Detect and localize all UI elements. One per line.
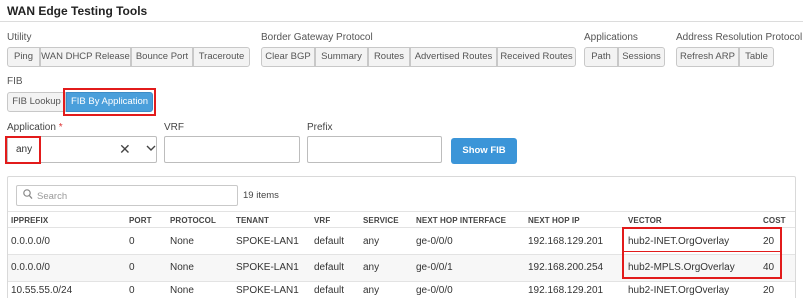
- cell-vrf: default: [314, 285, 345, 296]
- col-header-service[interactable]: SERVICE: [363, 216, 399, 225]
- cell-next-hop-interface: ge-0/0/0: [416, 236, 453, 247]
- cell-service: any: [363, 285, 380, 296]
- summary-button[interactable]: Summary: [315, 47, 368, 67]
- clear-bgp-button[interactable]: Clear BGP: [261, 47, 315, 67]
- cell-port: 0: [129, 285, 135, 296]
- cell-next-hop-ip: 192.168.129.201: [528, 285, 604, 296]
- cell-next-hop-ip: 192.168.129.201: [528, 236, 604, 247]
- bounce-port-button[interactable]: Bounce Port: [131, 47, 193, 67]
- col-header-tenant[interactable]: TENANT: [236, 216, 269, 225]
- show-fib-button[interactable]: Show FIB: [451, 138, 517, 164]
- table-row[interactable]: 0.0.0.0/0 0 None SPOKE-LAN1 default any …: [8, 255, 795, 281]
- window-title: WAN Edge Testing Tools: [7, 4, 148, 18]
- group-label-fib: FIB: [7, 76, 23, 87]
- col-header-next-hop-ip[interactable]: NEXT HOP IP: [528, 216, 580, 225]
- cell-vector: hub2-INET.OrgOverlay: [628, 236, 730, 247]
- col-header-protocol[interactable]: PROTOCOL: [170, 216, 216, 225]
- search-input[interactable]: Search: [16, 185, 238, 206]
- col-header-vrf[interactable]: VRF: [314, 216, 330, 225]
- vrf-label: VRF: [164, 122, 184, 133]
- vrf-input[interactable]: [164, 136, 300, 163]
- required-mark: *: [58, 122, 63, 133]
- fib-lookup-button[interactable]: FIB Lookup: [7, 92, 66, 112]
- group-label-arp: Address Resolution Protocol: [676, 32, 803, 43]
- table-button[interactable]: Table: [739, 47, 774, 67]
- cell-vector: hub2-INET.OrgOverlay: [628, 285, 730, 296]
- routes-button[interactable]: Routes: [368, 47, 410, 67]
- group-label-utility: Utility: [7, 32, 32, 43]
- refresh-arp-button[interactable]: Refresh ARP: [676, 47, 739, 67]
- cell-cost: 20: [763, 285, 775, 296]
- application-label: Application *: [7, 122, 63, 133]
- col-header-port[interactable]: PORT: [129, 216, 152, 225]
- prefix-label: Prefix: [307, 122, 333, 133]
- table-row[interactable]: 0.0.0.0/0 0 None SPOKE-LAN1 default any …: [8, 228, 795, 254]
- group-label-bgp: Border Gateway Protocol: [261, 32, 373, 43]
- col-header-next-hop-interface[interactable]: NEXT HOP INTERFACE: [416, 216, 506, 225]
- cell-protocol: None: [170, 236, 194, 247]
- group-label-applications: Applications: [584, 32, 638, 43]
- sessions-button[interactable]: Sessions: [618, 47, 665, 67]
- chevron-down-icon[interactable]: [146, 144, 156, 154]
- cell-ipprefix: 10.55.55.0/24: [11, 285, 73, 296]
- window-title-bar: WAN Edge Testing Tools: [0, 0, 803, 22]
- cell-service: any: [363, 236, 380, 247]
- traceroute-button[interactable]: Traceroute: [193, 47, 250, 67]
- cell-cost: 20: [763, 236, 775, 247]
- search-icon: [23, 189, 33, 203]
- close-icon[interactable]: ✕: [119, 141, 131, 158]
- col-header-ipprefix[interactable]: IPPREFIX: [11, 216, 48, 225]
- col-header-cost[interactable]: COST: [763, 216, 786, 225]
- cell-tenant: SPOKE-LAN1: [236, 262, 299, 273]
- divider: [8, 211, 795, 212]
- cell-ipprefix: 0.0.0.0/0: [11, 236, 50, 247]
- cell-port: 0: [129, 236, 135, 247]
- application-value: any: [16, 144, 33, 155]
- path-button[interactable]: Path: [584, 47, 618, 67]
- prefix-input[interactable]: [307, 136, 442, 163]
- wan-dhcp-release-button[interactable]: WAN DHCP Release: [40, 47, 131, 67]
- fib-by-application-button[interactable]: FIB By Application: [66, 92, 153, 112]
- col-header-vector[interactable]: VECTOR: [628, 216, 662, 225]
- cell-tenant: SPOKE-LAN1: [236, 236, 299, 247]
- search-placeholder: Search: [37, 191, 68, 202]
- cell-next-hop-ip: 192.168.200.254: [528, 262, 604, 273]
- cell-protocol: None: [170, 285, 194, 296]
- cell-port: 0: [129, 262, 135, 273]
- table-row[interactable]: 10.55.55.0/24 0 None SPOKE-LAN1 default …: [8, 282, 795, 298]
- ping-button[interactable]: Ping: [7, 47, 40, 67]
- received-routes-button[interactable]: Received Routes: [497, 47, 576, 67]
- cell-next-hop-interface: ge-0/0/1: [416, 262, 453, 273]
- cell-vrf: default: [314, 262, 345, 273]
- cell-next-hop-interface: ge-0/0/0: [416, 285, 453, 296]
- cell-vrf: default: [314, 236, 345, 247]
- cell-tenant: SPOKE-LAN1: [236, 285, 299, 296]
- cell-ipprefix: 0.0.0.0/0: [11, 262, 50, 273]
- cell-vector: hub2-MPLS.OrgOverlay: [628, 262, 735, 273]
- item-count: 19 items: [243, 190, 279, 201]
- cell-protocol: None: [170, 262, 194, 273]
- cell-cost: 40: [763, 262, 775, 273]
- application-select[interactable]: any ✕: [7, 136, 157, 163]
- advertised-routes-button[interactable]: Advertised Routes: [410, 47, 497, 67]
- cell-service: any: [363, 262, 380, 273]
